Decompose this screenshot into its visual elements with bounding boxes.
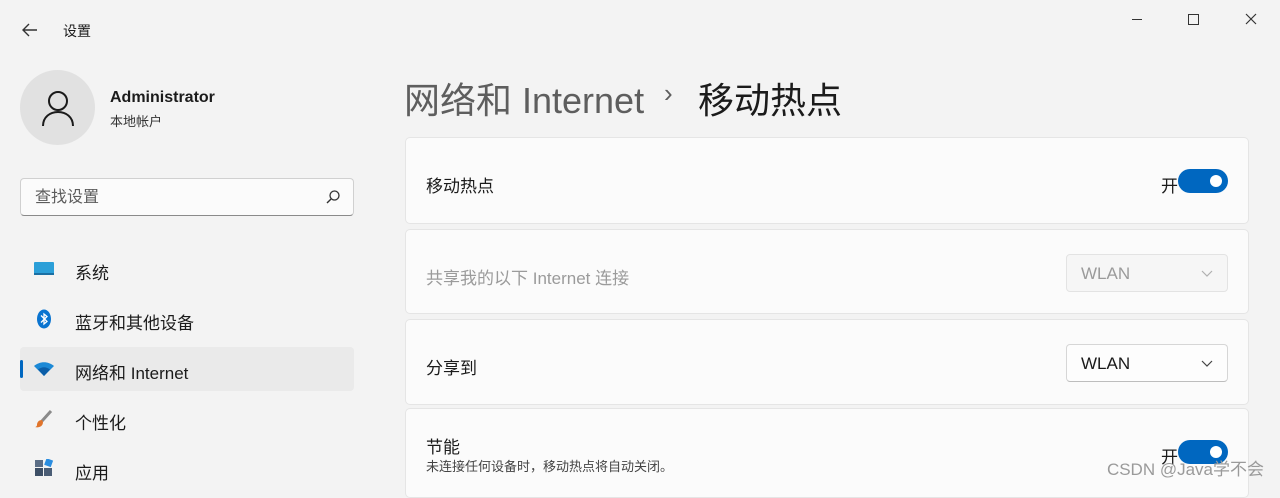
share-from-value: WLAN <box>1081 264 1131 283</box>
sidebar-item-system[interactable]: 系统 <box>20 247 354 291</box>
watermark: CSDN @Java学不会 <box>1106 460 1264 479</box>
close-button[interactable] <box>1228 0 1274 38</box>
bluetooth-icon <box>34 309 54 329</box>
sidebar-item-bluetooth[interactable]: 蓝牙和其他设备 <box>20 297 354 341</box>
maximize-icon <box>1187 13 1199 25</box>
power-saving-description: 未连接任何设备时，移动热点将自动关闭。 <box>426 459 674 474</box>
toggle-knob <box>1210 175 1222 187</box>
share-from-label: 共享我的以下 Internet 连接 <box>426 269 630 288</box>
sidebar-item-label: 系统 <box>75 264 109 283</box>
hotspot-label: 移动热点 <box>426 177 494 196</box>
sidebar-item-label: 蓝牙和其他设备 <box>75 314 194 333</box>
search-input[interactable] <box>33 187 317 209</box>
wifi-icon <box>34 359 54 379</box>
search-icon[interactable] <box>325 189 341 205</box>
hotspot-state: 开 <box>1161 177 1178 196</box>
chevron-down-icon <box>1201 270 1213 277</box>
system-icon <box>34 259 54 279</box>
maximize-button[interactable] <box>1170 0 1216 38</box>
active-indicator <box>20 360 23 378</box>
share-to-label: 分享到 <box>426 359 477 378</box>
share-from-card: 共享我的以下 Internet 连接 WLAN <box>405 229 1249 314</box>
user-icon <box>41 90 74 126</box>
hotspot-toggle[interactable] <box>1178 169 1228 193</box>
arrow-left-icon <box>22 23 37 37</box>
user-name: Administrator <box>110 89 215 106</box>
share-to-card: 分享到 WLAN <box>405 319 1249 405</box>
avatar[interactable] <box>20 70 95 145</box>
power-saving-card: 节能 未连接任何设备时，移动热点将自动关闭。 开 <box>405 408 1249 498</box>
apps-icon <box>34 459 54 479</box>
sidebar-item-label: 网络和 Internet <box>75 364 189 383</box>
account-type: 本地帐户 <box>110 114 163 129</box>
sidebar-item-apps[interactable]: 应用 <box>20 447 354 491</box>
chevron-down-icon <box>1201 360 1213 367</box>
hotspot-card: 移动热点 开 <box>405 137 1249 224</box>
power-saving-label: 节能 <box>426 438 460 457</box>
share-to-value: WLAN <box>1081 354 1131 373</box>
breadcrumb-separator: › <box>664 78 673 108</box>
share-from-dropdown: WLAN <box>1066 254 1228 292</box>
breadcrumb-parent[interactable]: 网络和 Internet <box>404 72 644 124</box>
brush-icon <box>34 409 54 429</box>
share-to-dropdown[interactable]: WLAN <box>1066 344 1228 382</box>
sidebar-item-label: 应用 <box>75 464 109 483</box>
app-title: 设置 <box>63 23 91 39</box>
back-button[interactable] <box>20 20 40 40</box>
close-icon <box>1245 13 1257 25</box>
search-box <box>20 178 354 216</box>
page-title: 移动热点 <box>698 80 843 121</box>
sidebar-item-label: 个性化 <box>75 414 126 433</box>
sidebar-item-network[interactable]: 网络和 Internet <box>20 347 354 391</box>
minimize-icon <box>1132 18 1142 20</box>
minimize-button[interactable] <box>1114 0 1160 38</box>
title-bar: 设置 <box>0 0 1280 60</box>
sidebar-item-personalization[interactable]: 个性化 <box>20 397 354 441</box>
